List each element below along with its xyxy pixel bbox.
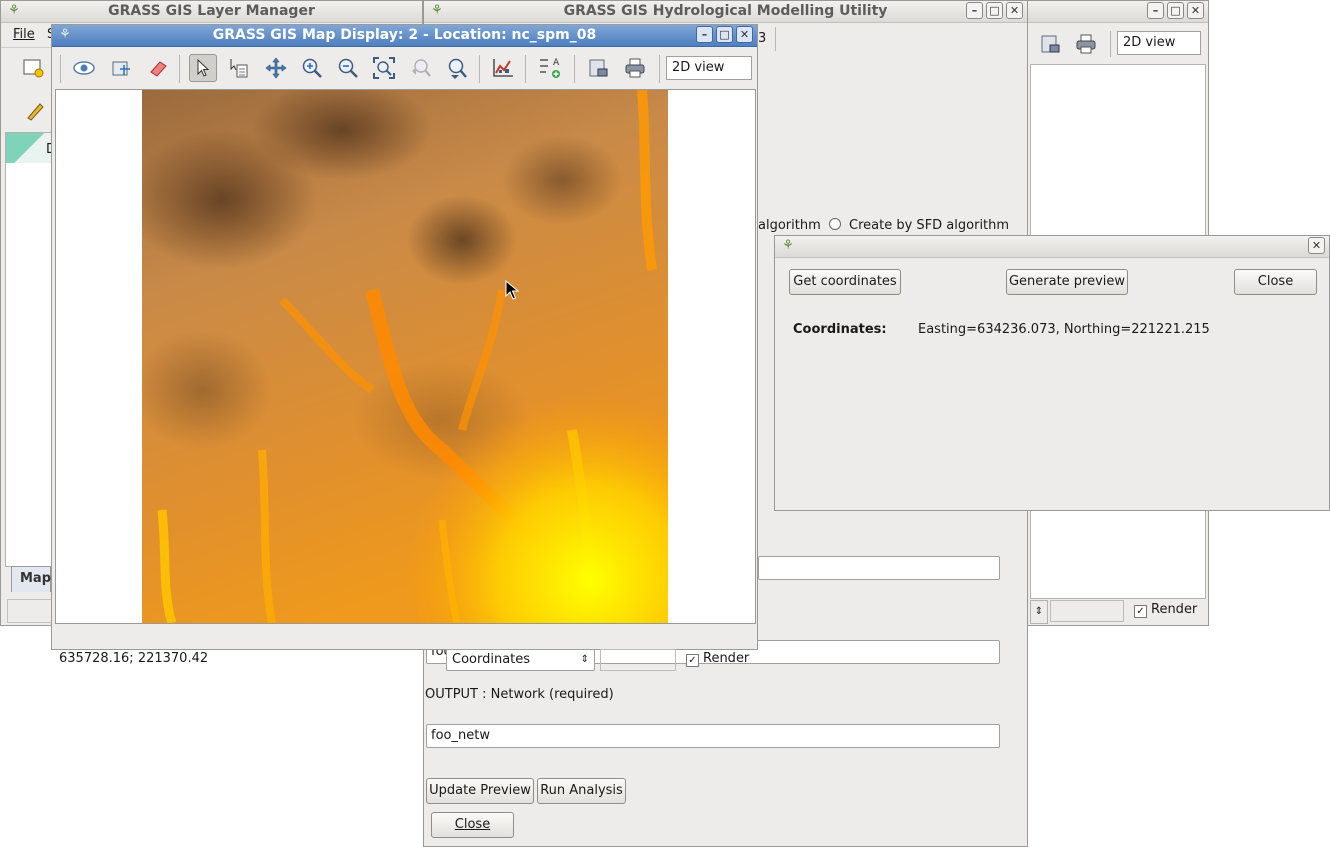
query-icon[interactable]	[225, 54, 253, 82]
erase-icon[interactable]	[144, 54, 172, 82]
maximize-icon[interactable]: □	[1167, 2, 1184, 19]
zoom-back-icon[interactable]	[407, 54, 435, 82]
map-display-window: ⚘ GRASS GIS Map Display: 2 - Location: n…	[51, 24, 758, 671]
run-analysis-button[interactable]: Run Analysis	[537, 778, 626, 804]
zoom-extent-icon[interactable]	[370, 54, 398, 82]
pan-icon[interactable]	[262, 54, 290, 82]
network-label: OUTPUT : Network (required)	[425, 687, 614, 702]
maximize-icon[interactable]: □	[986, 2, 1003, 19]
pointer-icon[interactable]	[189, 54, 217, 82]
grass-icon: ⚘	[8, 3, 20, 18]
bg-display-titlebar: – □ ✕	[1028, 1, 1208, 23]
elevation-raster	[142, 90, 668, 623]
layer-manager-statusbar	[7, 599, 53, 623]
close-icon[interactable]: ✕	[1006, 2, 1023, 19]
algo-radio-row: algorithm Create by SFD algorithm	[758, 218, 1009, 233]
hydro-title: GRASS GIS Hydrological Modelling Utility	[563, 3, 888, 19]
coords-value: Easting=634236.073, Northing=221221.215	[918, 322, 1210, 337]
save-icon[interactable]	[584, 54, 612, 82]
save-icon[interactable]	[1036, 30, 1064, 58]
zoom-menu-icon[interactable]	[443, 54, 471, 82]
cursor-icon	[505, 280, 520, 300]
coord-close-button[interactable]: Close	[1234, 269, 1317, 295]
check-icon: ✓	[686, 654, 699, 667]
bg-view-combo[interactable]: 2D view	[1117, 31, 1201, 55]
render-checkbox[interactable]: ✓ Render	[686, 651, 749, 667]
view-mode-combo[interactable]: 2D view	[666, 56, 752, 80]
digitize-icon[interactable]	[21, 97, 49, 125]
coordinates-dialog-titlebar: ⚘ ✕	[775, 236, 1329, 258]
minimize-icon[interactable]: –	[966, 2, 983, 19]
updown-icon: ⇕	[580, 654, 589, 665]
coords-readout: 635728.16; 221370.42	[59, 651, 209, 666]
menu-file[interactable]: File	[13, 27, 35, 42]
coordinates-dialog: ⚘ ✕ Get coordinates Generate preview Clo…	[774, 235, 1330, 511]
sfd-label: Create by SFD algorithm	[849, 218, 1010, 233]
bg-render-checkbox[interactable]: ✓ Render	[1134, 602, 1197, 618]
map-canvas[interactable]	[55, 89, 756, 624]
map-display-title: GRASS GIS Map Display: 2 - Location: nc_…	[212, 27, 597, 43]
decorations-icon[interactable]: A	[536, 54, 564, 82]
get-coordinates-button[interactable]: Get coordinates	[789, 269, 901, 295]
analyze-icon[interactable]	[489, 54, 517, 82]
hydro-close-button[interactable]: Close	[431, 812, 514, 838]
map-display-titlebar: ⚘ GRASS GIS Map Display: 2 - Location: n…	[52, 25, 757, 47]
minimize-icon[interactable]: –	[1147, 2, 1164, 19]
hydro-tab-fragment[interactable]: 3	[758, 31, 766, 46]
close-icon[interactable]: ✕	[1308, 237, 1325, 254]
grass-icon: ⚘	[782, 238, 794, 253]
algo-fragment: algorithm	[758, 218, 821, 233]
zoom-out-icon[interactable]	[334, 54, 362, 82]
close-icon[interactable]: ✕	[1187, 2, 1204, 19]
bg-status-spin[interactable]: ⇕	[1030, 600, 1048, 624]
tab-map[interactable]: Map	[11, 566, 51, 592]
status-empty-box	[600, 649, 676, 671]
grass-icon: ⚘	[59, 27, 71, 42]
coords-label: Coordinates:	[793, 322, 887, 337]
generate-preview-button[interactable]: Generate preview	[1006, 269, 1128, 295]
update-preview-button[interactable]: Update Preview	[426, 778, 534, 804]
hydro-titlebar: ⚘ GRASS GIS Hydrological Modelling Utili…	[424, 1, 1027, 23]
layer-tree-panel: D	[5, 132, 56, 567]
bg-status-box	[1050, 600, 1124, 622]
svg-text:A: A	[553, 58, 560, 68]
render-map-icon[interactable]	[107, 54, 135, 82]
maximize-icon[interactable]: □	[716, 26, 733, 43]
add-raster-icon[interactable]	[19, 53, 47, 81]
print-icon[interactable]	[621, 54, 649, 82]
zoom-in-icon[interactable]	[298, 54, 326, 82]
hidden-input-field[interactable]	[758, 556, 1000, 580]
layer-manager-titlebar: ⚘ GRASS GIS Layer Manager	[1, 1, 422, 23]
show-icon[interactable]	[70, 54, 98, 82]
print-icon[interactable]	[1072, 30, 1100, 58]
tab-d[interactable]: D	[6, 133, 56, 163]
network-field[interactable]: foo_netw	[426, 724, 1000, 748]
map-toolbar: A 2D view	[52, 47, 757, 89]
check-icon: ✓	[1134, 605, 1147, 618]
minimize-icon[interactable]: –	[696, 26, 713, 43]
grass-icon: ⚘	[431, 3, 443, 18]
sfd-radio[interactable]	[828, 218, 841, 230]
status-combo[interactable]: Coordinates ⇕	[446, 649, 595, 671]
layer-manager-title: GRASS GIS Layer Manager	[108, 3, 315, 19]
close-icon[interactable]: ✕	[736, 26, 753, 43]
